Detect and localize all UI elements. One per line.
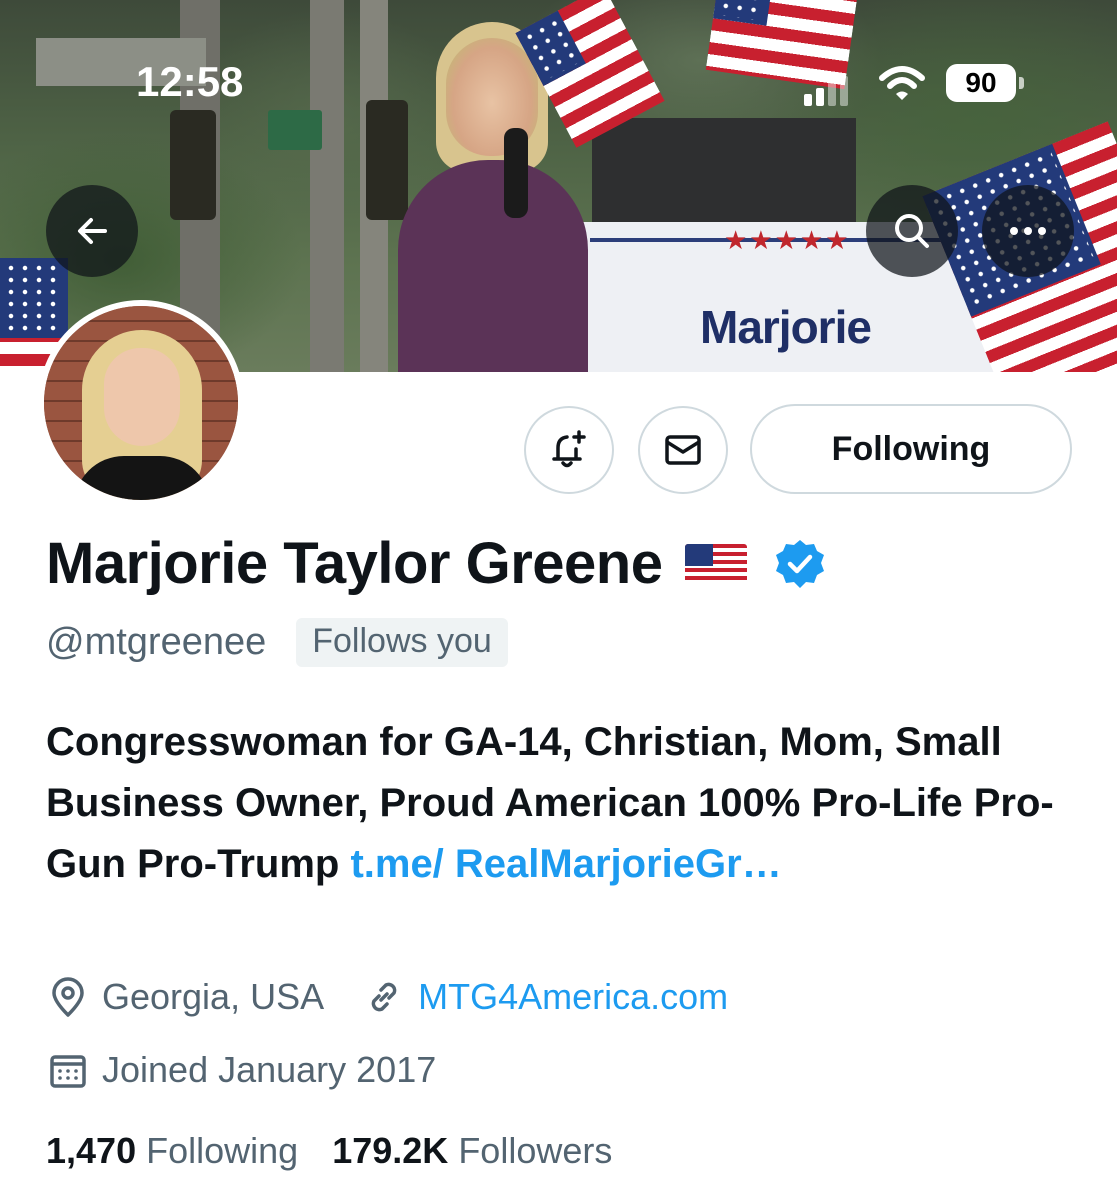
followers-label: Followers: [458, 1130, 613, 1171]
location-text: Georgia, USA: [102, 976, 325, 1017]
cellular-signal-icon: [804, 76, 848, 106]
handle-row: @mtgreenee Follows you: [46, 618, 508, 667]
verified-badge-icon[interactable]: [773, 537, 827, 591]
followers-count: 179.2K: [332, 1130, 449, 1171]
banner-sign-text: Marjorie: [700, 301, 872, 353]
wifi-icon: [879, 66, 925, 100]
avatar[interactable]: [38, 300, 244, 506]
bell-plus-icon: [552, 430, 586, 468]
arrow-left-icon: [78, 218, 107, 244]
traffic-light: [366, 100, 408, 220]
notifications-button[interactable]: [524, 406, 614, 494]
podium-stars: ★★★★★: [724, 226, 851, 256]
link-icon: [371, 982, 397, 1012]
calendar-icon: [50, 1055, 86, 1088]
banner-pole: [310, 0, 344, 372]
website-link[interactable]: MTG4America.com: [418, 976, 728, 1018]
location-pin-icon: [52, 977, 84, 1017]
following-count: 1,470: [46, 1130, 137, 1171]
follow-counts: 1,470 Following 179.2K Followers: [46, 1130, 612, 1172]
profile-bio: Congresswoman for GA-14, Christian, Mom,…: [46, 712, 1086, 895]
person-body: [398, 160, 588, 372]
following-button[interactable]: Following: [750, 404, 1072, 494]
follows-you-badge: Follows you: [296, 618, 508, 667]
followers-count-link[interactable]: 179.2K Followers: [332, 1130, 612, 1171]
message-button[interactable]: [638, 406, 728, 494]
back-button[interactable]: [46, 185, 138, 277]
user-handle: @mtgreenee: [46, 621, 267, 663]
status-time: 12:58: [136, 58, 244, 105]
microphone: [504, 128, 528, 218]
following-count-link[interactable]: 1,470 Following: [46, 1130, 308, 1171]
joined-row: Joined January 2017: [46, 1048, 436, 1092]
search-icon: [895, 214, 929, 248]
more-button[interactable]: [982, 185, 1074, 277]
joined-text: Joined January 2017: [102, 1049, 437, 1090]
display-name: Marjorie Taylor Greene: [46, 531, 663, 596]
traffic-light: [170, 110, 216, 220]
avatar-photo: [44, 306, 238, 500]
following-label: Following: [146, 1130, 299, 1171]
search-button[interactable]: [866, 185, 958, 277]
profile-name-row: Marjorie Taylor Greene: [46, 530, 827, 597]
profile-meta-row: Georgia, USA MTG4America.com: [46, 975, 728, 1019]
speaker-box: [592, 118, 856, 228]
us-flag-emoji: [684, 543, 747, 584]
street-sign: [268, 110, 322, 150]
bio-link[interactable]: t.me/ RealMarjorieGr…: [350, 842, 781, 886]
battery-indicator: 90: [946, 64, 1024, 102]
more-horizontal-icon: [1010, 227, 1046, 235]
envelope-icon: [665, 435, 701, 465]
